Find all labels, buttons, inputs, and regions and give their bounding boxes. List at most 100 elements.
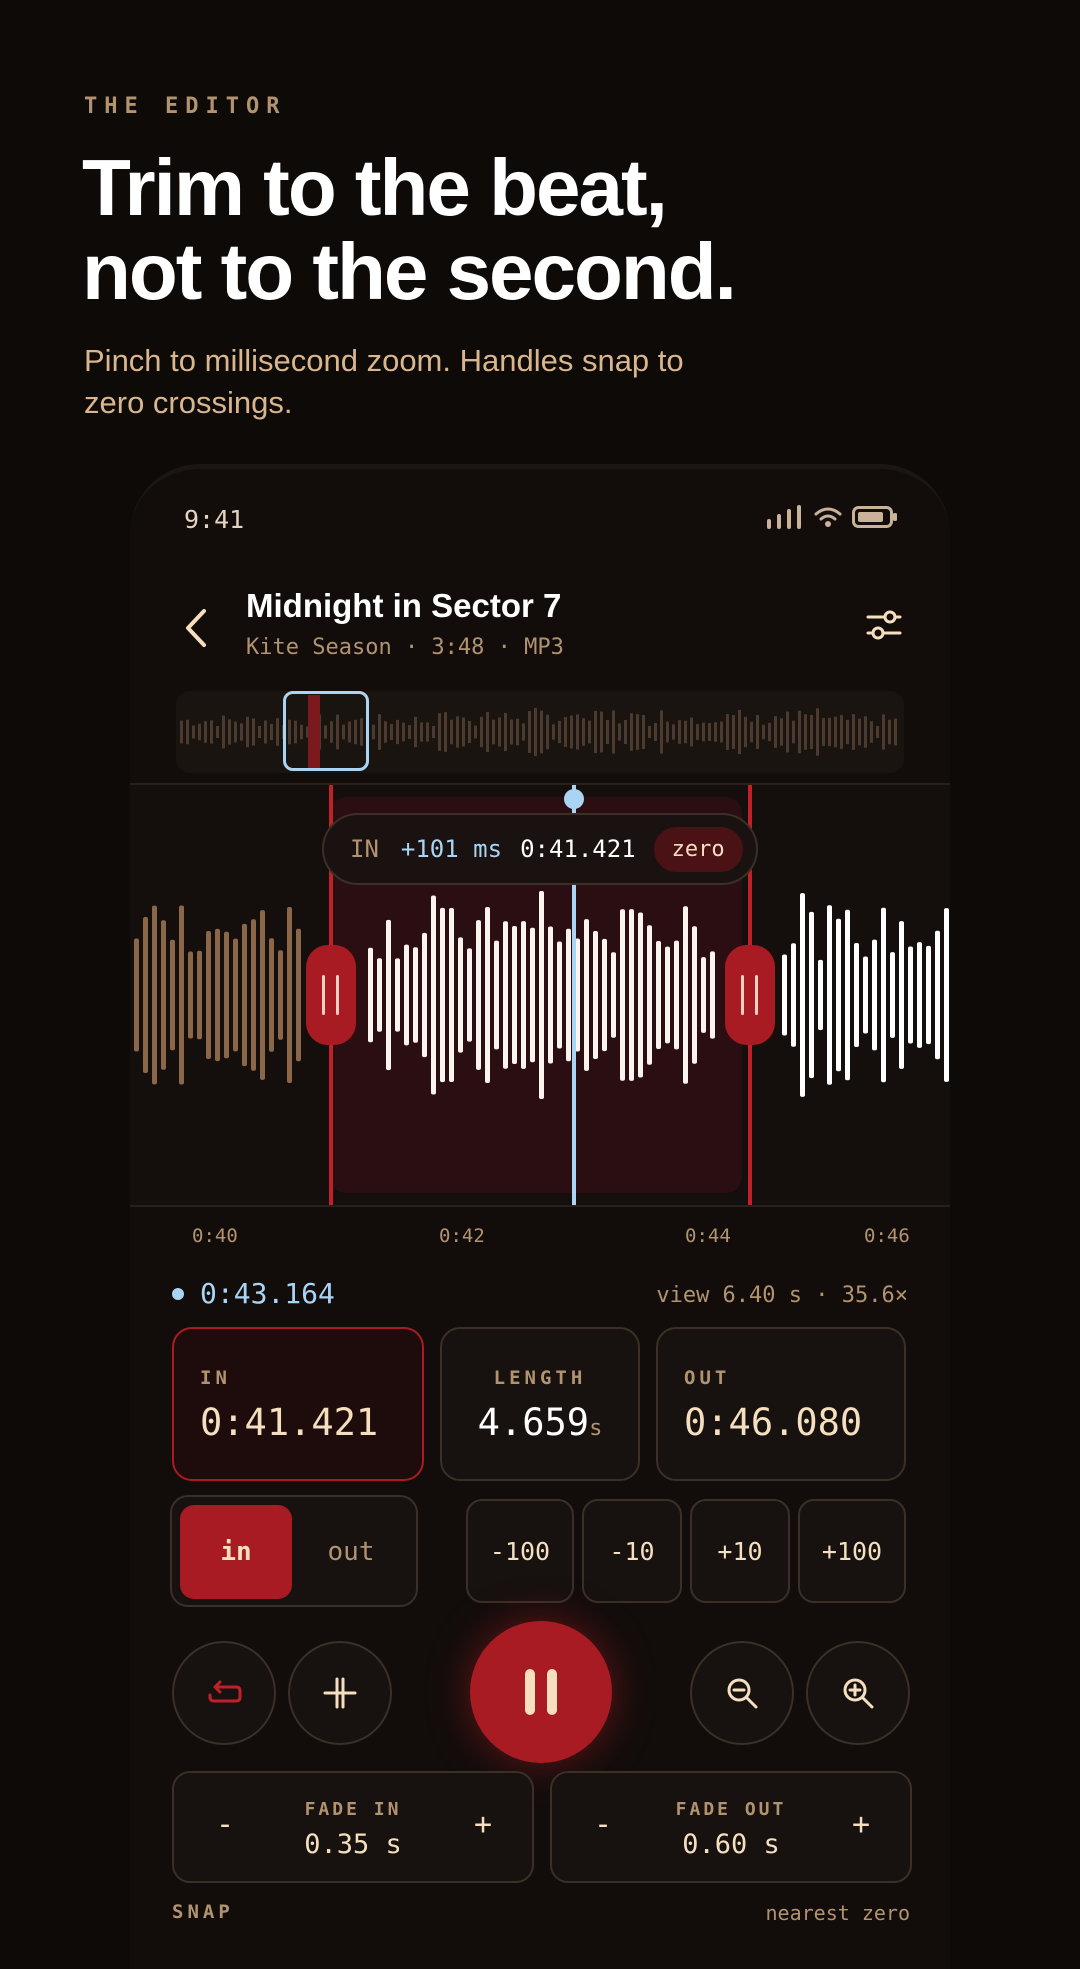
- phone-frame: 9:41 Midnight in Sector 7 Kite Season · …: [130, 464, 950, 1969]
- overview-bar: [618, 723, 621, 741]
- waveform-bar: [935, 930, 940, 1060]
- zoom-out-button[interactable]: [690, 1641, 794, 1745]
- waveform-bar: [647, 925, 652, 1065]
- overview-bar: [690, 717, 693, 747]
- overview-bar: [714, 722, 717, 742]
- snap-zero-badge[interactable]: zero: [653, 826, 743, 872]
- overview-bar: [888, 719, 891, 745]
- waveform-bar: [809, 911, 814, 1079]
- waveform-bar: [224, 931, 229, 1059]
- overview-bar: [198, 723, 201, 741]
- fade-out-plus-button[interactable]: +: [852, 1807, 870, 1842]
- nudge-minus-100-button[interactable]: -100: [466, 1499, 574, 1603]
- overview-bar: [876, 726, 879, 738]
- overview-bar: [210, 720, 213, 744]
- overview-bar: [426, 722, 429, 742]
- overview-window[interactable]: [283, 691, 369, 771]
- overview-bar: [882, 714, 885, 750]
- overview-bar: [486, 711, 489, 753]
- in-handle[interactable]: [306, 945, 356, 1045]
- waveform-bar: [818, 959, 823, 1031]
- waveform-bar: [467, 948, 472, 1042]
- overview-bar: [432, 725, 435, 739]
- wifi-icon: [814, 507, 842, 527]
- length-card-unit: s: [589, 1416, 603, 1441]
- waveform-bar: [377, 958, 382, 1032]
- out-handle[interactable]: [725, 945, 775, 1045]
- settings-sliders-icon[interactable]: [864, 605, 904, 645]
- loop-button[interactable]: [172, 1641, 276, 1745]
- overview-bar: [726, 714, 729, 750]
- waveform-bar: [215, 928, 220, 1062]
- playhead-time: 0:43.164: [200, 1277, 335, 1310]
- in-card-value: 0:41.421: [200, 1401, 379, 1444]
- out-card-value: 0:46.080: [684, 1401, 863, 1444]
- overview-bar: [552, 724, 555, 740]
- overview-bar: [630, 713, 633, 751]
- toggle-in[interactable]: in: [180, 1505, 292, 1599]
- overview-bar: [546, 714, 549, 750]
- waveform-bar: [944, 908, 949, 1082]
- back-icon[interactable]: [176, 603, 216, 653]
- waveform-bar: [674, 940, 679, 1050]
- overview-bar: [186, 719, 189, 745]
- overview-bar: [240, 723, 243, 741]
- overview-bar: [396, 719, 399, 745]
- waveform-bar: [188, 951, 193, 1039]
- out-card[interactable]: OUT 0:46.080: [656, 1327, 906, 1481]
- waveform-bar: [926, 945, 931, 1045]
- overview-bar: [222, 715, 225, 749]
- overview-bar: [828, 717, 831, 747]
- waveform-bar: [899, 921, 904, 1069]
- overview-bar: [846, 719, 849, 745]
- waveform-bar: [782, 954, 787, 1036]
- fade-out-control: - FADE OUT 0.60 s +: [550, 1771, 912, 1883]
- waveform-bar: [206, 930, 211, 1060]
- waveform-bar: [611, 952, 616, 1038]
- overview-bar: [492, 719, 495, 745]
- split-button[interactable]: [288, 1641, 392, 1745]
- waveform-bar: [440, 907, 445, 1083]
- waveform-bar: [503, 921, 508, 1069]
- overview-bar: [522, 723, 525, 741]
- overview-bar: [564, 717, 567, 747]
- in-card[interactable]: IN 0:41.421: [172, 1327, 424, 1481]
- zoom-out-icon: [727, 1678, 758, 1709]
- tooltip-label: IN: [350, 835, 379, 863]
- overview-bar: [864, 716, 867, 748]
- overview-bar: [702, 722, 705, 742]
- overview-bar: [474, 725, 477, 739]
- overview-bar: [774, 716, 777, 748]
- waveform-bar: [800, 893, 805, 1097]
- overview-bar: [504, 712, 507, 752]
- overview-bar: [516, 718, 519, 746]
- overview-bar: [660, 710, 663, 754]
- overview-bar: [750, 721, 753, 743]
- play-pause-button[interactable]: [470, 1621, 612, 1763]
- overview-bar: [270, 723, 273, 741]
- toggle-out[interactable]: out: [292, 1505, 410, 1599]
- fade-in-plus-button[interactable]: +: [474, 1807, 492, 1842]
- waveform-bar: [485, 906, 490, 1084]
- view-info: view 6.40 s · 35.6×: [656, 1283, 908, 1308]
- nudge-minus-10-button[interactable]: -10: [582, 1499, 682, 1603]
- waveform-bar: [476, 920, 481, 1070]
- overview-bar: [840, 715, 843, 749]
- battery-icon: [852, 506, 897, 528]
- zoom-in-button[interactable]: [806, 1641, 910, 1745]
- nudge-plus-100-button[interactable]: +100: [798, 1499, 906, 1603]
- in-point-tooltip: IN +101 ms 0:41.421 zero: [322, 813, 758, 885]
- nudge-plus-10-button[interactable]: +10: [690, 1499, 790, 1603]
- snap-value[interactable]: nearest zero: [766, 1901, 911, 1925]
- playhead-dot-icon: [172, 1287, 184, 1300]
- in-card-label: IN: [200, 1367, 231, 1389]
- zoom-in-icon: [843, 1678, 874, 1709]
- waveform-bar: [368, 947, 373, 1043]
- overview-bar: [624, 720, 627, 744]
- waveform-bar: [395, 958, 400, 1032]
- overview-bar: [402, 722, 405, 742]
- overview-bar: [528, 711, 531, 753]
- waveform-bar: [251, 919, 256, 1071]
- waveform-bar: [296, 928, 301, 1062]
- overview-bar: [558, 720, 561, 744]
